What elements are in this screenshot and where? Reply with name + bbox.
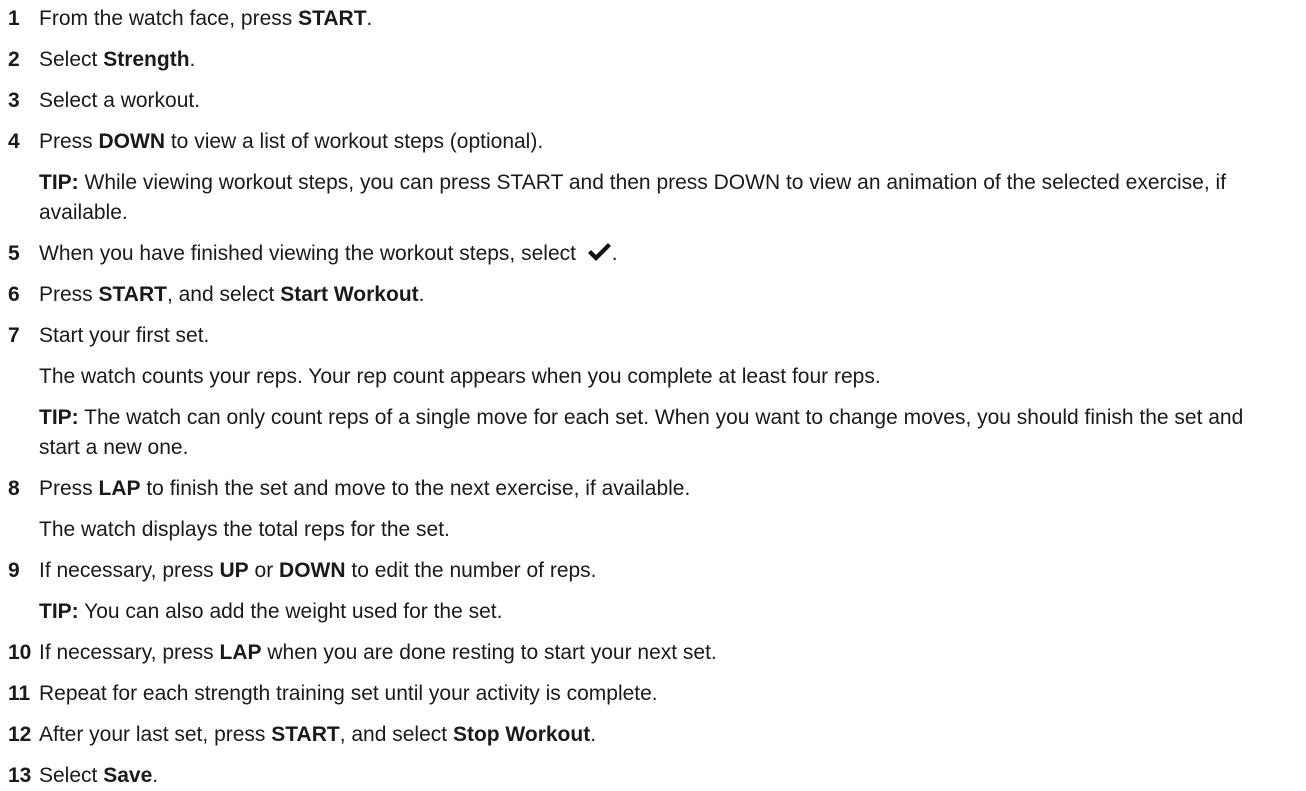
step-number: 2 (8, 48, 20, 71)
step-text-part: . (590, 723, 597, 746)
step-9: 9 If necessary, press UP or DOWN to edit … (8, 556, 1286, 586)
step-1: 1 From the watch face, press START. (8, 4, 1286, 34)
step-text-part: Press (39, 130, 99, 153)
step-text: Press LAP to finish the set and move to … (39, 474, 1286, 504)
step-text-part: . (152, 764, 159, 787)
step-number: 13 (8, 764, 32, 787)
step-text-part: . (189, 48, 196, 71)
tip-note: TIP: While viewing workout steps, you ca… (39, 168, 1286, 228)
tip-label: TIP: (39, 171, 79, 194)
step-number: 4 (8, 130, 20, 153)
step-text-part: Repeat for each strength training set un… (39, 682, 658, 705)
step-text-part: Press (39, 477, 99, 500)
step-text-part: to view a list of workout steps (optiona… (165, 130, 544, 153)
step-text: If necessary, press LAP when you are don… (39, 638, 1286, 668)
ui-term: START (98, 283, 167, 306)
ui-term: START (271, 723, 340, 746)
step-text: Start your first set. (39, 321, 1286, 351)
step-number: 7 (8, 324, 20, 347)
step-number: 6 (8, 283, 20, 306)
step-text: Select Save. (39, 761, 1286, 791)
step-text-part: If necessary, press (39, 559, 220, 582)
step-12: 12 After your last set, press START, and … (8, 720, 1286, 750)
step-result-text: The watch displays the total reps for th… (39, 518, 450, 541)
step-3: 3 Select a workout. (8, 86, 1286, 116)
step-6: 6 Press START, and select Start Workout. (8, 280, 1286, 310)
step-text: If necessary, press UP or DOWN to edit t… (39, 556, 1286, 586)
step-text: When you have finished viewing the worko… (39, 239, 1286, 269)
ui-term: Strength (103, 48, 190, 71)
step-number: 12 (8, 723, 32, 746)
ui-term: Start Workout (280, 283, 419, 306)
step-2: 2 Select Strength. (8, 45, 1286, 75)
step-7: 7 Start your first set. (8, 321, 1286, 351)
check-icon (586, 241, 612, 263)
step-number: 5 (8, 242, 20, 265)
step-text-part: If necessary, press (39, 641, 220, 664)
step-text-part: , and select (166, 283, 281, 306)
step-text-part: to edit the number of reps. (345, 559, 597, 582)
step-text-part: . (611, 242, 618, 265)
step-text-part: When you have finished viewing the worko… (39, 242, 582, 265)
tip-label: TIP: (39, 406, 79, 429)
step-text: Press DOWN to view a list of workout ste… (39, 127, 1286, 157)
step-text-part: or (248, 559, 280, 582)
ui-term: Stop Workout (452, 723, 591, 746)
step-text-part: Start your first set. (39, 324, 210, 347)
step-text-part: From the watch face, press (39, 7, 299, 30)
step-text-part: After your last set, press (39, 723, 272, 746)
step-number: 11 (8, 682, 31, 705)
tip-text: You can also add the weight used for the… (78, 600, 503, 623)
step-result-text: The watch counts your reps. Your rep cou… (39, 365, 881, 388)
step-text-part: . (366, 7, 373, 30)
step-13: 13 Select Save. (8, 761, 1286, 791)
tip-note: TIP: You can also add the weight used fo… (39, 597, 1286, 627)
ui-term: UP (219, 559, 249, 582)
tip-note: TIP: The watch can only count reps of a … (39, 403, 1286, 463)
step-number: 9 (8, 559, 20, 582)
step-text-part: Select (39, 48, 104, 71)
step-number: 8 (8, 477, 20, 500)
step-text-part: Select (39, 764, 104, 787)
step-text-part: to finish the set and move to the next e… (140, 477, 691, 500)
step-number: 3 (8, 89, 20, 112)
step-text-part: , and select (339, 723, 453, 746)
step-number: 1 (8, 7, 20, 30)
tip-text: While viewing workout steps, you can pre… (39, 171, 1227, 224)
ui-term: START (298, 7, 367, 30)
step-8: 8 Press LAP to finish the set and move to… (8, 474, 1286, 504)
tip-label: TIP: (39, 600, 79, 623)
step-text: After your last set, press START, and se… (39, 720, 1286, 750)
instruction-list: 1 From the watch face, press START. 2 Selec… (0, 0, 1306, 787)
step-number: 10 (8, 641, 32, 664)
step-text: Press START, and select Start Workout. (39, 280, 1286, 310)
tip-text: The watch can only count reps of a singl… (39, 406, 1244, 459)
step-text: From the watch face, press START. (39, 4, 1286, 34)
ui-term: Save (103, 764, 153, 787)
step-text: Select Strength. (39, 45, 1286, 75)
step-text-part: Select a workout. (39, 89, 201, 112)
ui-term: DOWN (279, 559, 346, 582)
step-text-part: Press (39, 283, 99, 306)
step-text-part: . (418, 283, 425, 306)
step-10: 10 If necessary, press LAP when you are d… (8, 638, 1286, 668)
ui-term: DOWN (98, 130, 166, 153)
ui-term: LAP (219, 641, 262, 664)
ui-term: LAP (98, 477, 141, 500)
step-11: 11 Repeat for each strength training set … (8, 679, 1286, 709)
step-4: 4 Press DOWN to view a list of workout st… (8, 127, 1286, 157)
step-5: 5 When you have finished viewing the work… (8, 239, 1286, 269)
step-text: Repeat for each strength training set un… (39, 679, 1286, 709)
step-text: Select a workout. (39, 86, 1286, 116)
step-text-part: when you are done resting to start your … (261, 641, 717, 664)
